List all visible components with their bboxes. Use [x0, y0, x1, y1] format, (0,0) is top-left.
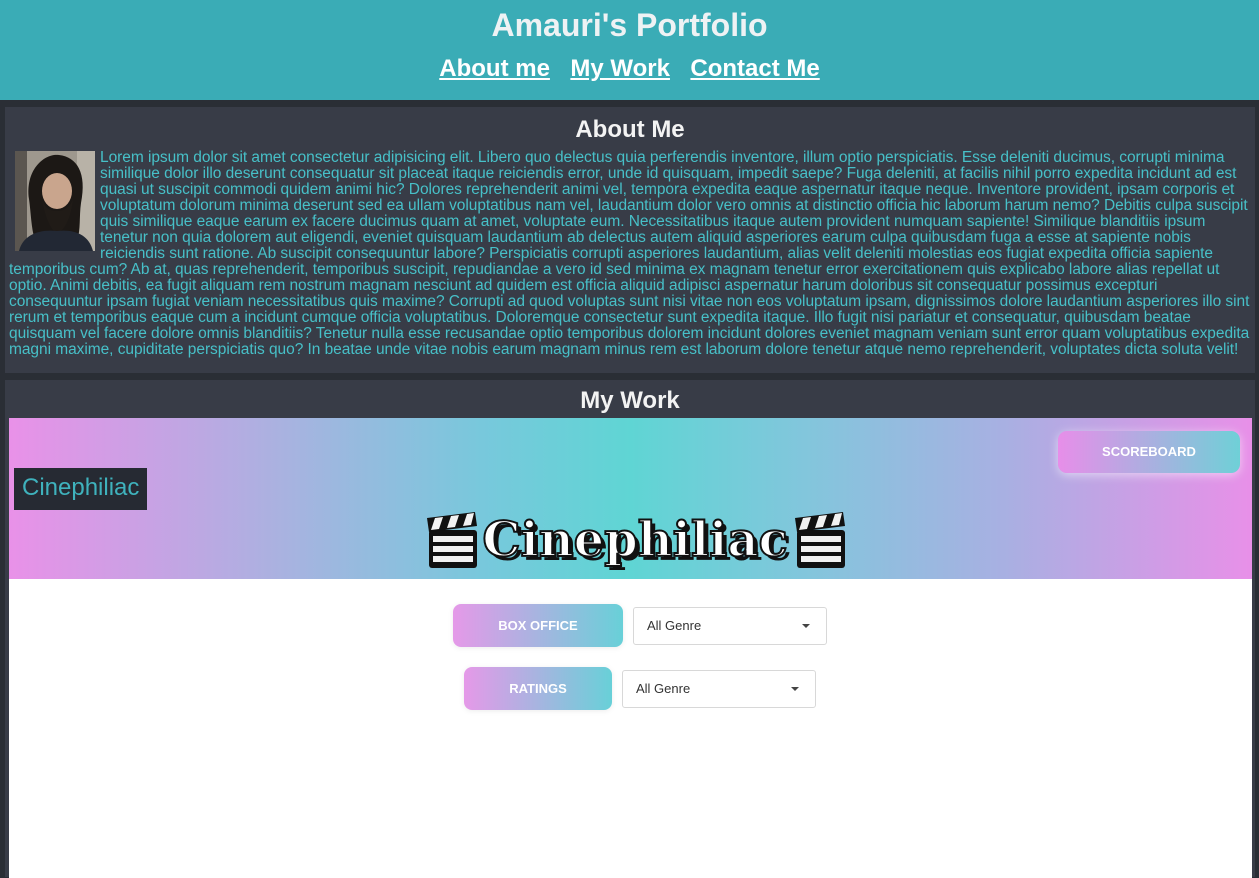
project-hero: Cinephiliac SCOREBOARD Cinephiliac Cinep… [9, 418, 1252, 579]
avatar-photo [15, 151, 95, 251]
about-section: About Me Lorem ipsum dolor sit amet cons… [4, 106, 1256, 374]
ratings-genre-select[interactable]: All Genre [622, 670, 816, 708]
box-office-genre-select[interactable]: All Genre [633, 607, 827, 645]
work-title: My Work [580, 387, 680, 414]
site-header: Amauri's Portfolio About me My Work Cont… [0, 0, 1259, 100]
nav-work-link[interactable]: My Work [570, 55, 670, 83]
clapperboard-icon [427, 512, 477, 568]
main-nav: About me My Work Contact Me [0, 55, 1259, 83]
avatar [15, 151, 95, 251]
site-title: Amauri's Portfolio [491, 7, 768, 43]
about-text: Lorem ipsum dolor sit amet consectetur a… [9, 149, 1250, 358]
work-section: My Work Cinephiliac SCOREBOARD Cinephili… [4, 379, 1256, 878]
project-preview[interactable]: Cinephiliac SCOREBOARD Cinephiliac Cinep… [9, 418, 1252, 878]
scoreboard-button[interactable]: SCOREBOARD [1058, 431, 1240, 473]
cinephiliac-logo: Cinephiliac Cinephiliac [427, 511, 845, 572]
nav-about-link[interactable]: About me [439, 55, 550, 83]
logo-text: Cinephiliac [482, 512, 787, 568]
ratings-button[interactable]: RATINGS [464, 667, 612, 710]
box-office-genre-value: All Genre [647, 618, 702, 633]
chevron-down-icon [791, 687, 799, 691]
chevron-down-icon [802, 624, 810, 628]
about-body: Lorem ipsum dolor sit amet consectetur a… [9, 150, 1252, 358]
nav-contact-link[interactable]: Contact Me [690, 55, 819, 83]
clapperboard-icon [795, 512, 845, 568]
box-office-button[interactable]: BOX OFFICE [453, 604, 623, 647]
about-title: About Me [575, 116, 685, 143]
project-brand[interactable]: Cinephiliac [14, 468, 148, 510]
ratings-genre-value: All Genre [636, 681, 691, 696]
